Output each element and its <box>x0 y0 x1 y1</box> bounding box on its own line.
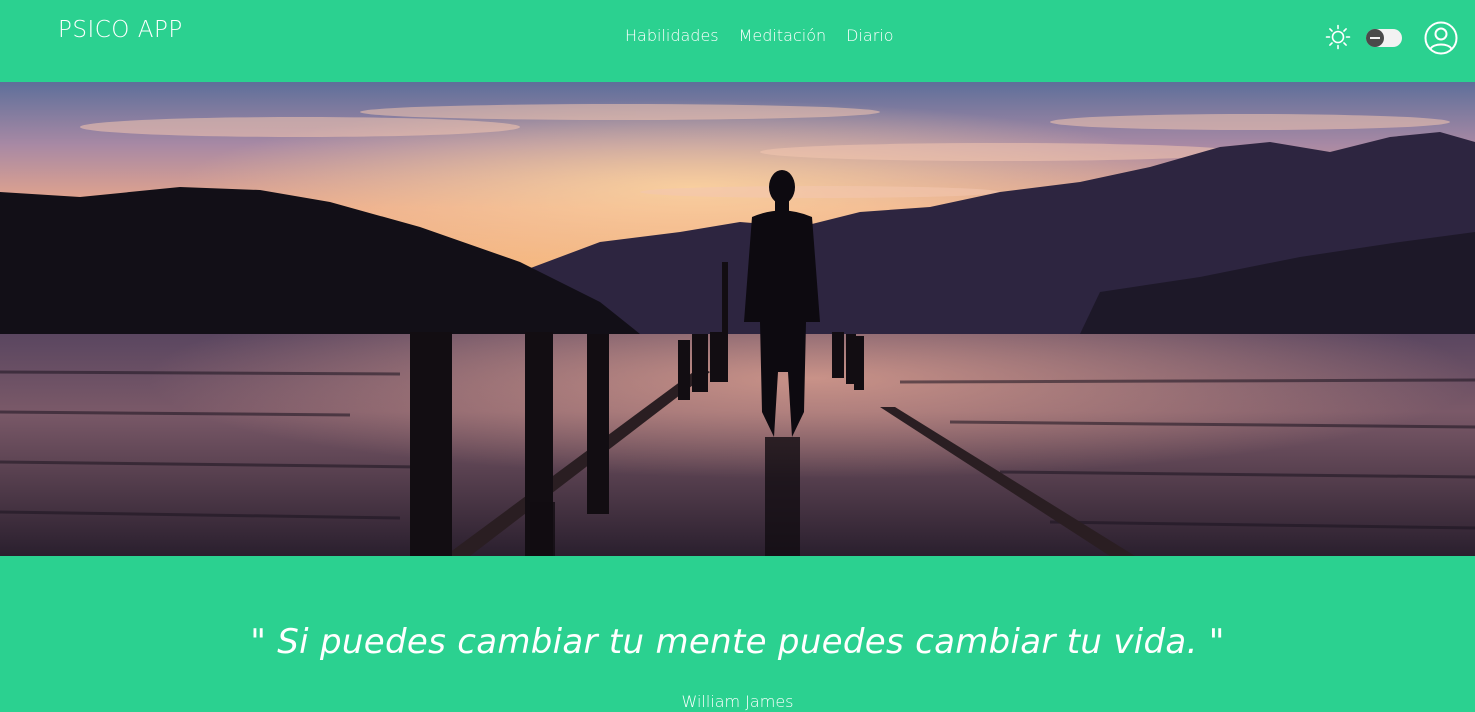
quote-text: " Si puedes cambiar tu mente puedes camb… <box>250 622 1225 662</box>
nav-links: Habilidades Meditación Diario <box>625 26 894 45</box>
quote-author: William James <box>681 692 794 711</box>
hero-image <box>0 82 1475 556</box>
nav-link-diario[interactable]: Diario <box>846 26 893 45</box>
nav-link-habilidades[interactable]: Habilidades <box>625 26 719 45</box>
nav-link-meditacion[interactable]: Meditación <box>739 26 827 45</box>
theme-toggle[interactable] <box>1366 29 1402 47</box>
user-account-icon[interactable] <box>1424 21 1458 55</box>
hero-sunset-lake-image <box>0 82 1475 556</box>
toggle-knob <box>1366 29 1384 47</box>
sun-icon <box>1325 24 1351 50</box>
navbar: PSICO APP Habilidades Meditación Diario <box>0 0 1475 82</box>
brand-logo[interactable]: PSICO APP <box>58 17 183 43</box>
